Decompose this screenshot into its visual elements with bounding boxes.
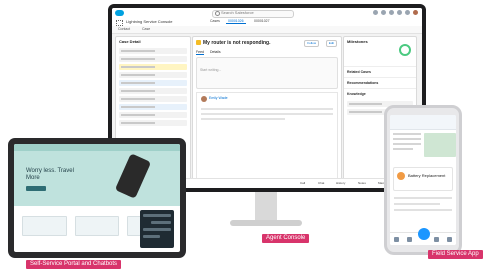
app-name: Lightning Service Console — [126, 19, 173, 24]
recommendations-section[interactable]: Recommendations — [344, 77, 416, 88]
edit-button[interactable]: Edit — [325, 40, 337, 47]
feed-item: Emily Wade — [196, 92, 338, 180]
tab-feed[interactable]: Feed — [196, 50, 204, 55]
chat-message — [143, 214, 171, 217]
detail-row-highlight — [119, 64, 187, 70]
subtab-case[interactable]: Case — [142, 27, 150, 31]
chatbot-window[interactable] — [140, 210, 174, 248]
work-order-title: Battery Replacement — [408, 173, 446, 178]
detail-row — [119, 88, 187, 94]
agent-console-caption: Agent Console — [262, 234, 310, 243]
tab-case-2[interactable]: 00001027 — [252, 19, 272, 23]
milestone-timer-icon — [399, 44, 411, 56]
field-service-caption: Field Service App — [428, 250, 483, 259]
detail-row — [119, 48, 187, 54]
feed-author[interactable]: Emily Wade — [209, 96, 228, 100]
notifications-icon[interactable] — [405, 10, 410, 15]
phone-header — [390, 115, 456, 130]
case-tabs: Feed Details — [196, 50, 221, 55]
knowledge-section[interactable]: Knowledge — [344, 88, 416, 99]
work-order-icon — [397, 172, 405, 180]
detail-row — [119, 72, 187, 78]
monitor-base — [230, 220, 302, 226]
self-service-portal-screen: Worry less. Travel More — [14, 144, 180, 252]
author-avatar — [201, 96, 207, 102]
hero-phone-image — [114, 153, 152, 199]
user-avatar[interactable] — [413, 10, 418, 15]
case-icon — [196, 40, 201, 45]
detail-row — [119, 112, 187, 118]
chat-message — [143, 235, 160, 238]
header-icons — [373, 10, 418, 15]
calendar-icon[interactable] — [407, 236, 413, 242]
utility-history[interactable]: History — [336, 181, 345, 185]
detail-row-selected[interactable] — [119, 80, 187, 86]
hero-button[interactable] — [26, 186, 46, 191]
global-search-input[interactable]: Search Salesforce — [212, 10, 294, 18]
inbox-icon[interactable] — [433, 236, 439, 242]
work-order-text — [393, 133, 421, 153]
map-thumbnail[interactable] — [424, 133, 456, 157]
subtab-bar: Contact Case — [112, 26, 422, 34]
menu-icon[interactable] — [446, 236, 452, 242]
panel-title: Case Detail — [119, 39, 141, 44]
subtab-contact[interactable]: Contact — [118, 27, 130, 31]
portal-hero: Worry less. Travel More — [14, 144, 180, 206]
feed-composer[interactable]: Start writing... — [196, 57, 338, 89]
search-placeholder: Search Salesforce — [221, 10, 254, 15]
work-order-card[interactable]: Battery Replacement — [393, 167, 453, 191]
favorites-icon[interactable] — [373, 10, 378, 15]
portal-card[interactable] — [22, 216, 67, 236]
field-service-screen: Battery Replacement — [390, 115, 456, 245]
monitor-stand — [255, 192, 277, 222]
action-button[interactable] — [418, 228, 430, 240]
tab-details[interactable]: Details — [210, 50, 221, 55]
phone-device: Battery Replacement — [384, 105, 462, 255]
detail-row-selected[interactable] — [119, 104, 187, 110]
chat-message — [150, 221, 171, 224]
chat-message — [143, 228, 171, 231]
portal-card[interactable] — [74, 216, 120, 236]
feed-text-line — [201, 108, 333, 110]
case-title: My router is not responding. — [203, 40, 271, 46]
settings-icon[interactable] — [397, 10, 402, 15]
tab-cases[interactable]: Cases — [208, 19, 222, 23]
home-icon[interactable] — [394, 236, 400, 242]
detail-row — [119, 56, 187, 62]
feed-text-line — [201, 113, 333, 115]
detail-row — [119, 120, 187, 126]
composer-placeholder: Start writing... — [200, 68, 222, 72]
utility-notes[interactable]: Notes — [358, 181, 366, 185]
help-icon[interactable] — [389, 10, 394, 15]
follow-button[interactable]: Follow — [304, 40, 319, 47]
utility-call[interactable]: Call — [300, 181, 305, 185]
salesforce-cloud-icon — [115, 10, 124, 16]
tab-case-1[interactable]: 00001026 — [226, 19, 246, 24]
detail-row — [119, 96, 187, 102]
self-service-caption: Self-Service Portal and Chatbots — [26, 260, 122, 269]
feed-text-line — [201, 118, 285, 120]
phone-list — [390, 193, 456, 215]
hero-headline: Worry less. Travel More — [26, 168, 74, 181]
tablet-device: Worry less. Travel More — [8, 138, 186, 258]
search-icon — [215, 11, 220, 16]
portal-nav — [14, 144, 180, 151]
add-icon[interactable] — [381, 10, 386, 15]
utility-chat[interactable]: Chat — [318, 181, 324, 185]
related-cases-section[interactable]: Related Cases — [344, 66, 416, 77]
case-feed-panel: My router is not responding. Follow Edit… — [192, 36, 342, 188]
